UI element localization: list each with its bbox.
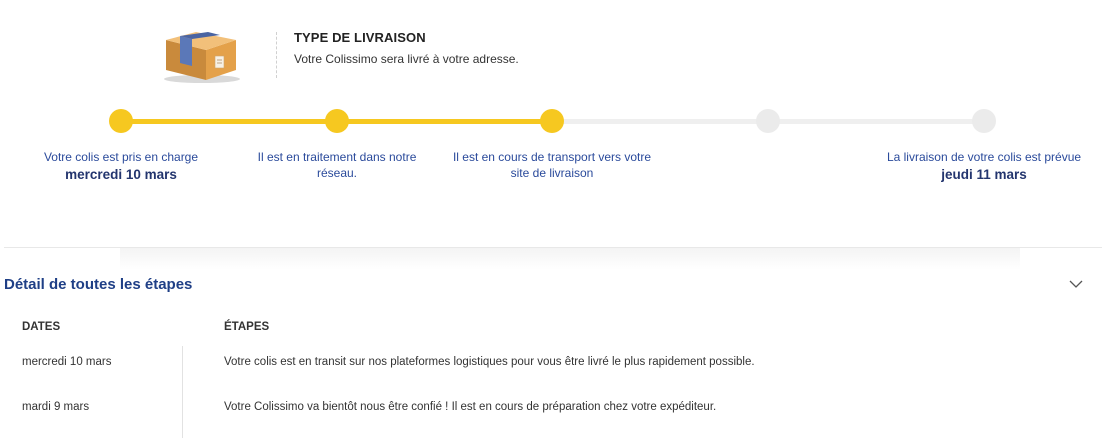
details-section-title[interactable]: Détail de toutes les étapes xyxy=(4,276,192,293)
step-date: jeudi 11 mars xyxy=(941,167,1027,182)
column-header-dates: DATES xyxy=(22,321,61,333)
step-dot-4 xyxy=(756,109,780,133)
step-label-2: Il est en traitement dans notre réseau. xyxy=(232,149,442,181)
step-dot-5 xyxy=(972,109,996,133)
row-date: mardi 9 mars xyxy=(22,401,90,413)
step-label-5: La livraison de votre colis est prévue j… xyxy=(879,149,1089,183)
delivery-type: TYPE DE LIVRAISON Votre Colissimo sera l… xyxy=(294,30,519,66)
step-label-3: Il est en cours de transport vers votre … xyxy=(447,149,657,181)
delivery-type-subtitle: Votre Colissimo sera livré à votre adres… xyxy=(294,52,519,66)
step-text: Il est en traitement dans notre réseau. xyxy=(257,150,417,180)
header-divider xyxy=(276,32,277,78)
chevron-down-icon[interactable] xyxy=(1068,278,1084,290)
step-dot-3 xyxy=(540,109,564,133)
step-text: La livraison de votre colis est prévue xyxy=(886,150,1082,164)
table-column-divider xyxy=(182,346,183,438)
step-date: mercredi 10 mars xyxy=(65,167,177,182)
row-date: mercredi 10 mars xyxy=(22,356,112,368)
row-step: Votre colis est en transit sur nos plate… xyxy=(224,356,755,368)
step-label-1: Votre colis est pris en charge mercredi … xyxy=(16,149,226,183)
package-box-icon xyxy=(164,32,240,83)
step-dot-2 xyxy=(325,109,349,133)
column-header-steps: ÉTAPES xyxy=(224,321,270,333)
step-text: Il est en cours de transport vers votre … xyxy=(452,150,652,180)
delivery-type-title: TYPE DE LIVRAISON xyxy=(294,30,426,45)
section-shadow xyxy=(120,248,1020,270)
step-text: Votre colis est pris en charge xyxy=(43,150,199,164)
row-step: Votre Colissimo va bientôt nous être con… xyxy=(224,401,717,413)
step-dot-1 xyxy=(109,109,133,133)
